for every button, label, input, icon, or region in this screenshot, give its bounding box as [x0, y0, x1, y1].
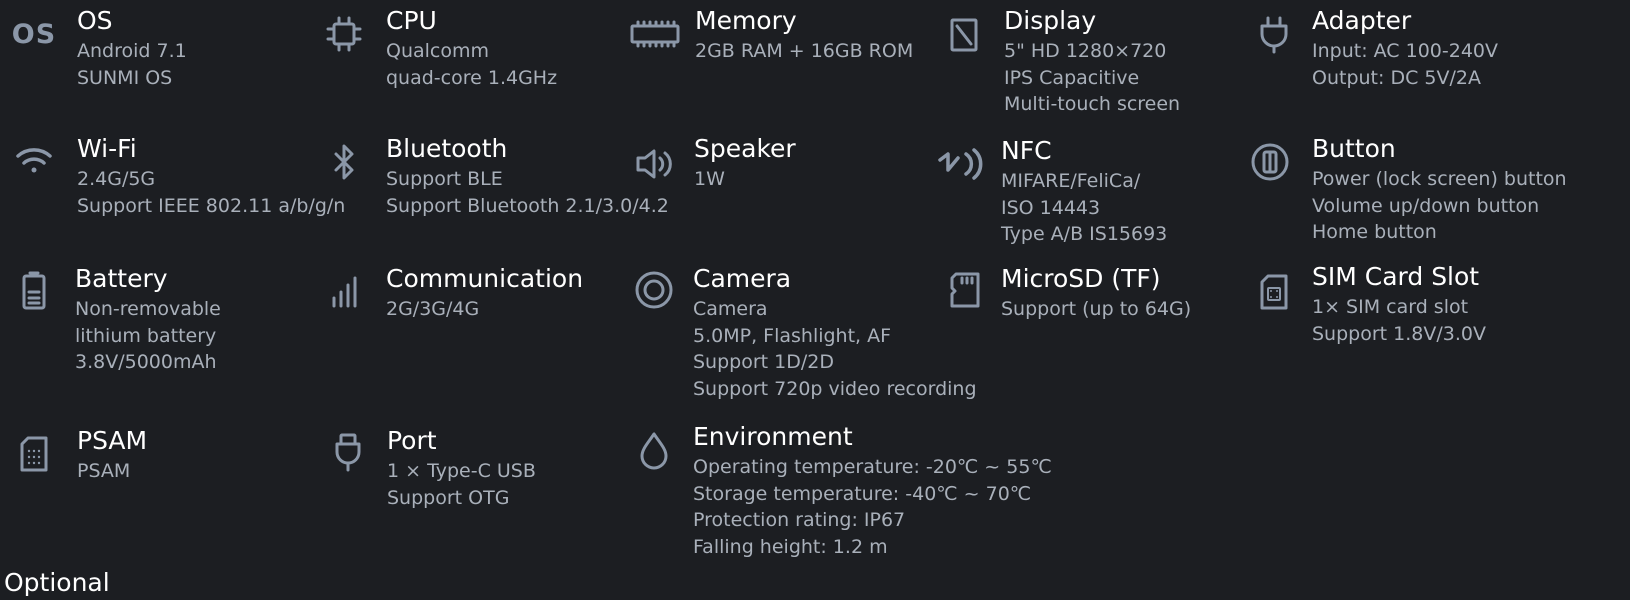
- spec-line: Support (up to 64G): [1001, 298, 1192, 320]
- usb-plug-icon: [324, 428, 372, 476]
- spec-line: Home button: [1312, 221, 1437, 243]
- spec-line: IPS Capacitive: [1004, 66, 1140, 89]
- spec-title: Environment: [693, 422, 853, 451]
- spec-line: Support OTG: [387, 486, 510, 509]
- spec-title: Memory: [695, 6, 797, 35]
- spec-title: Camera: [693, 264, 792, 293]
- plug-icon: [1250, 10, 1298, 58]
- display-screen-icon: [940, 10, 988, 58]
- camera-lens-icon: [630, 266, 678, 314]
- spec-line: Support BLE: [386, 168, 503, 190]
- spec-line: ISO 14443: [1001, 196, 1101, 219]
- psam-card-icon: [10, 430, 58, 478]
- spec-title: Port: [387, 426, 437, 455]
- battery-icon: [10, 266, 58, 314]
- spec-line: Multi-touch screen: [1004, 93, 1181, 115]
- spec-line: Storage temperature: -40℃ ~ 70℃: [693, 482, 1032, 505]
- bluetooth-icon: [320, 138, 368, 186]
- spec-line: Android 7.1: [77, 40, 187, 62]
- sim-card-icon: [1250, 268, 1298, 316]
- water-drop-icon: [630, 426, 678, 474]
- spec-line: 2G/3G/4G: [386, 298, 480, 320]
- spec-title: Wi-Fi: [77, 134, 137, 163]
- spec-line: 5.0MP, Flashlight, AF: [693, 324, 892, 347]
- spec-line: Protection rating: IP67: [693, 509, 906, 531]
- memory-module-icon: [630, 10, 680, 58]
- spec-line: Falling height: 1.2 m: [693, 535, 888, 558]
- spec-line: Support 1D/2D: [693, 351, 834, 373]
- spec-title: Communication: [386, 264, 584, 293]
- nfc-icon: [936, 140, 992, 188]
- spec-line: Operating temperature: -20℃ ~ 55℃: [693, 456, 1052, 478]
- spec-line: Support 720p video recording: [693, 377, 977, 400]
- spec-line: Power (lock screen) button: [1312, 168, 1567, 190]
- spec-line: Type A/B IS15693: [1001, 223, 1168, 245]
- spec-line: Support IEEE 802.11 a/b/g/n: [77, 194, 346, 217]
- speaker-icon: [630, 140, 678, 188]
- spec-line: Non-removable: [75, 298, 221, 320]
- cpu-chip-icon: [320, 10, 368, 58]
- spec-title: Adapter: [1312, 6, 1412, 35]
- spec-line: 5" HD 1280×720: [1004, 40, 1167, 62]
- spec-line: Volume up/down button: [1312, 194, 1540, 217]
- spec-line: Qualcomm: [386, 40, 490, 62]
- spec-title: NFC: [1001, 136, 1052, 165]
- spec-line: 3.8V/5000mAh: [75, 351, 217, 373]
- spec-title: Bluetooth: [386, 134, 508, 163]
- os-icon: OS: [11, 18, 57, 50]
- spec-title: CPU: [386, 6, 437, 35]
- spec-line: 1W: [694, 168, 725, 190]
- spec-line: lithium battery: [75, 324, 217, 347]
- spec-line: PSAM: [77, 460, 131, 482]
- spec-title: OS: [77, 6, 113, 35]
- spec-line: Support Bluetooth 2.1/3.0/4.2: [386, 194, 669, 217]
- spec-title: MicroSD (TF): [1001, 264, 1161, 293]
- spec-title: Display: [1004, 6, 1097, 35]
- spec-line: quad-core 1.4GHz: [386, 66, 558, 89]
- spec-line: Support 1.8V/3.0V: [1312, 322, 1486, 345]
- spec-line: Input: AC 100-240V: [1312, 40, 1498, 62]
- power-button-icon: [1246, 138, 1294, 186]
- spec-line: SUNMI OS: [77, 66, 173, 89]
- spec-title: Battery: [75, 264, 168, 293]
- spec-line: 1 × Type-C USB: [387, 460, 536, 482]
- spec-line: 2GB RAM + 16GB ROM: [695, 40, 914, 62]
- spec-line: 2.4G/5G: [77, 168, 156, 190]
- signal-bars-icon: [320, 268, 368, 316]
- spec-title: PSAM: [77, 426, 148, 455]
- spec-title: Button: [1312, 134, 1396, 163]
- wifi-icon: [10, 136, 58, 184]
- spec-title: SIM Card Slot: [1312, 262, 1480, 291]
- sd-card-icon: [940, 266, 988, 314]
- spec-line: MIFARE/FeliCa/: [1001, 170, 1141, 192]
- optional-heading: Optional: [4, 568, 110, 597]
- spec-title: Speaker: [694, 134, 796, 163]
- spec-line: Output: DC 5V/2A: [1312, 66, 1481, 89]
- spec-line: 1× SIM card slot: [1312, 296, 1469, 318]
- spec-line: Camera: [693, 298, 768, 320]
